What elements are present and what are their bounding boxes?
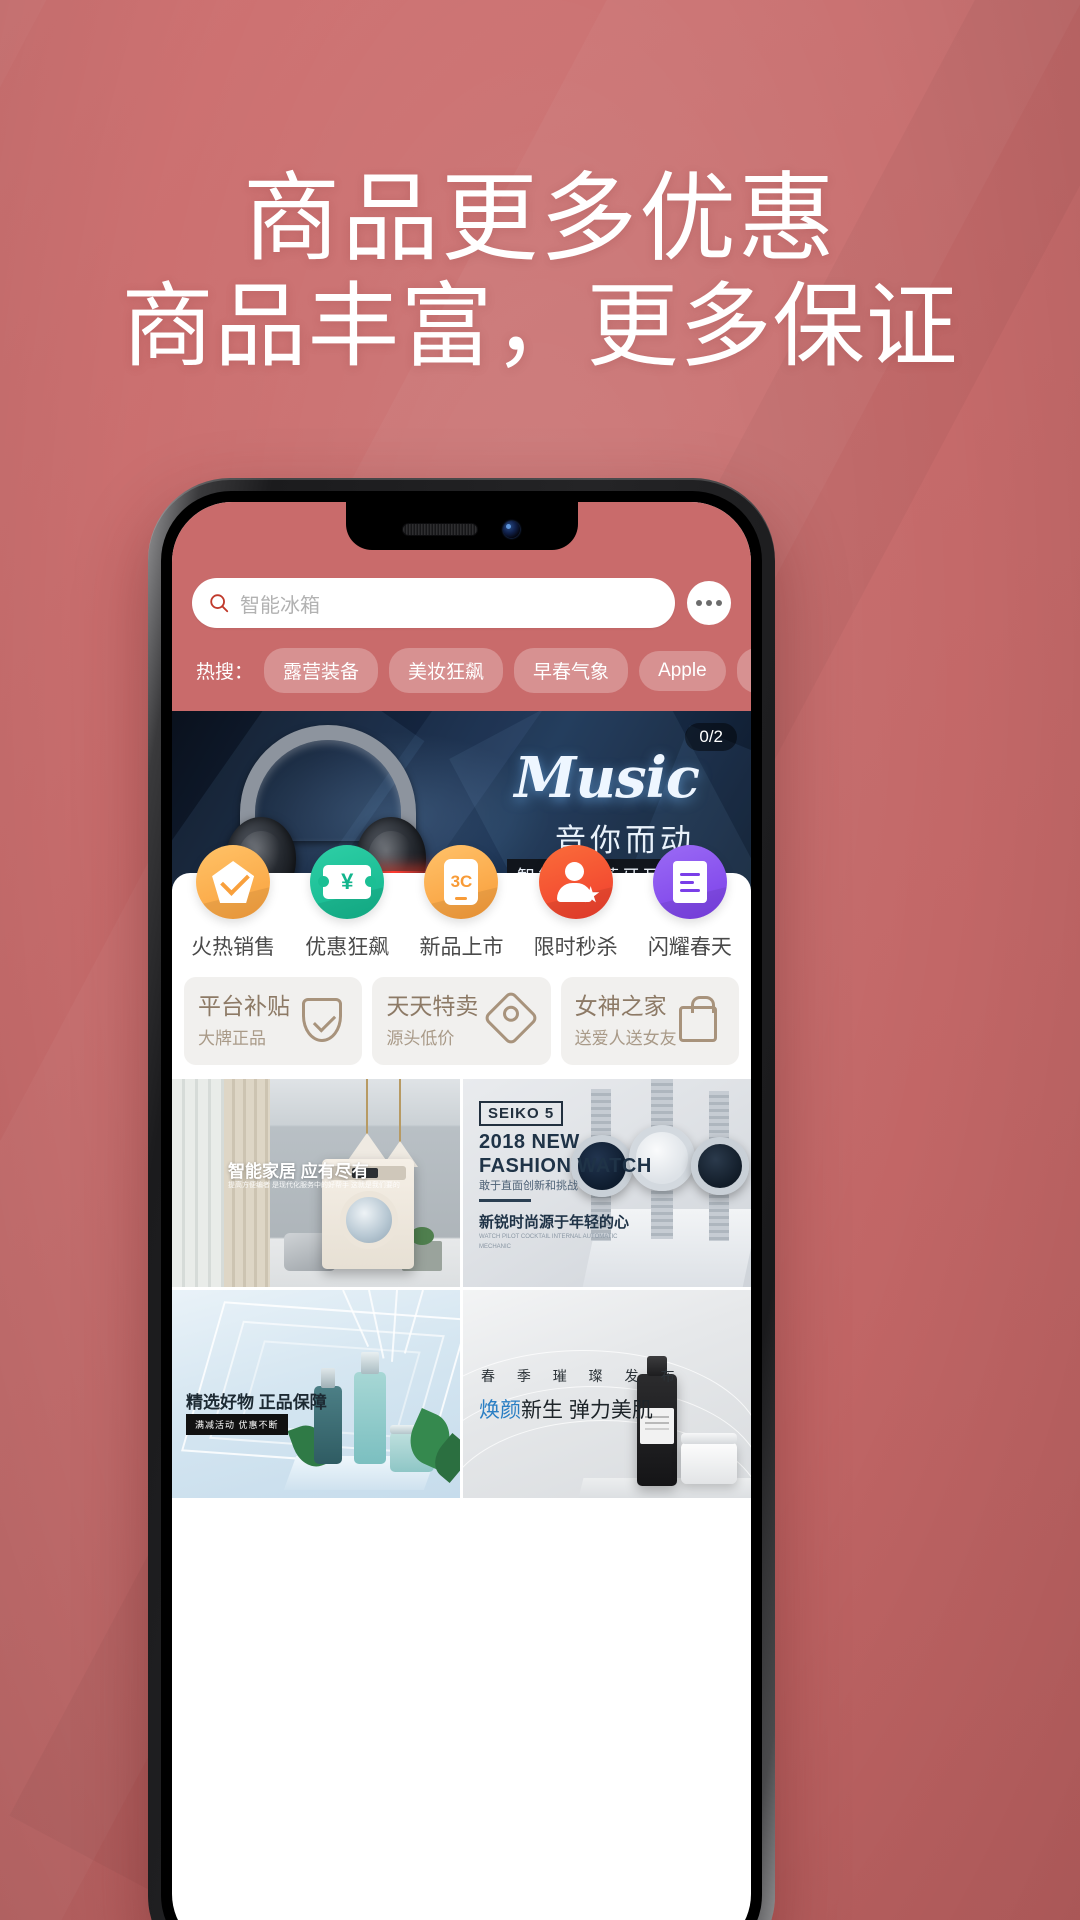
promo-card-row: 平台补贴 大牌正品 天天特卖 源头低价 女神之家 送爱人送女友 [172,977,751,1079]
user-star-icon [554,860,600,904]
search-input[interactable]: 智能冰箱 [192,578,675,628]
more-dots-button[interactable] [687,581,731,625]
tile-tagline-accent: 焕颜 [479,1399,521,1422]
banner-page-counter: 0/2 [685,723,737,751]
tile-body-text: WATCH PILOT COCKTAIL INTERNAL AUTOMATIC … [479,1234,618,1250]
hot-search-label: 热搜： [196,662,254,683]
banner-title: Music [514,745,700,811]
promo-card-text: 天天特卖 源头低价 [386,993,478,1048]
dot-icon [716,600,722,606]
phone-notch [345,502,578,550]
hot-search-tag[interactable]: Apple [639,650,726,691]
category-icon-bubble [196,845,271,919]
tile-body-text: 提高方便编者 是现代化服务中的好帮手 这就是我们要的 [228,1182,400,1189]
search-placeholder: 智能冰箱 [240,594,320,617]
promo-card-subtitle: 大牌正品 [198,1028,266,1048]
product-tile-seiko-watch[interactable]: SEIKO 5 2018 NEW FASHION WATCH 敢于直面创新和挑战… [463,1079,751,1287]
phone-bezel: 智能冰箱 热搜： 露营装备 美妆狂飙 早春气象 Apple 智能 [161,491,762,1920]
category-icon-bubble [652,845,727,919]
promo-card-title: 女神之家 [574,993,667,1020]
category-item-spring[interactable]: 闪耀春天 [635,845,745,961]
hot-search-tag[interactable]: 智能 [736,648,751,693]
price-tag-icon [482,989,539,1047]
promo-card-subsidy[interactable]: 平台补贴 大牌正品 [184,977,363,1065]
promo-card-title: 天天特卖 [386,993,479,1020]
tile-tagline: 焕颜新生 弹力美肌 [479,1394,653,1424]
promo-headline: 商品更多优惠 商品丰富，更多保证 [0,168,1080,379]
promo-card-title: 平台补贴 [198,993,290,1020]
promo-card-text: 平台补贴 大牌正品 [198,993,290,1048]
product-tile-cosmetics[interactable]: 精选好物 正品保障 满减活动 优惠不断 [172,1290,460,1498]
tile-headline: 2018 NEW FASHION WATCH [479,1131,652,1177]
tile-headline: 智能家居 应有尽有 [228,1162,369,1181]
category-item-hot-sales[interactable]: 火热销售 [178,845,288,961]
search-row: 智能冰箱 [172,578,751,628]
phone-mockup: 智能冰箱 热搜： 露营装备 美妆狂飙 早春气象 Apple 智能 [148,478,775,1920]
category-label: 优惠狂飙 [305,936,390,959]
document-icon [672,861,707,903]
cosmetic-bottle-image [354,1352,386,1464]
watch-strap-decor [651,1079,673,1129]
category-item-flash-sale[interactable]: 限时秒杀 [521,845,631,961]
promo-card-daily-deals[interactable]: 天天特卖 源头低价 [372,977,551,1065]
shield-check-icon [302,998,348,1044]
product-tile-smart-home[interactable]: 智能家居 应有尽有 提高方便编者 是现代化服务中的好帮手 这就是我们要的 [172,1079,460,1287]
lotion-bottle-image [637,1356,677,1486]
promo-card-subtitle: 源头低价 [386,1028,455,1048]
watch-strap-decor [709,1191,729,1241]
phone-3c-icon: 3C [444,859,479,905]
category-label: 新品上市 [419,936,504,959]
hot-search-tag[interactable]: 露营装备 [264,648,379,693]
tile-badge: 满减活动 优惠不断 [186,1414,288,1435]
divider [479,1199,531,1202]
diamond-icon [212,861,255,903]
category-item-new-arrivals[interactable]: 3C 新品上市 [406,845,516,961]
category-icon-bubble [538,845,613,919]
promo-card-text: 女神之家 送爱人送女友 [575,993,677,1048]
tile-headline: 春 季 璀 璨 发 布 [481,1368,684,1384]
tile-tagline-rest: 新生 弹力美肌 [521,1399,653,1422]
watch-strap-decor [651,1187,673,1239]
category-shortcuts: 火热销售 ¥ 优惠狂飙 3C 新品上市 限时秒杀 闪耀春天 [172,845,751,977]
coupon-icon: ¥ [318,865,377,899]
search-icon [210,594,229,613]
promo-card-subtitle: 送爱人送女友 [574,1028,677,1048]
category-label: 限时秒杀 [533,936,618,959]
shopping-bag-icon [678,996,725,1044]
watch-face-image [691,1137,749,1195]
product-tile-grid: 智能家居 应有尽有 提高方便编者 是现代化服务中的好帮手 这就是我们要的 SEI… [172,1079,751,1498]
hot-search-row: 热搜： 露营装备 美妆狂飙 早春气象 Apple 智能 [172,628,751,711]
front-camera-icon [503,520,520,538]
headline-line-2: 商品丰富，更多保证 [121,275,959,378]
category-item-discounts[interactable]: ¥ 优惠狂飙 [292,845,402,961]
hot-search-tag[interactable]: 早春气象 [514,648,629,693]
tile-subtitle: 敢于直面创新和挑战 [479,1180,578,1192]
hot-search-tag[interactable]: 美妆狂飙 [389,648,504,693]
promo-card-goddess[interactable]: 女神之家 送爱人送女友 [560,977,739,1065]
category-icon-bubble: 3C [424,845,499,919]
category-icon-bubble: ¥ [310,845,385,919]
product-tile-skincare[interactable]: 春 季 璀 璨 发 布 焕颜新生 弹力美肌 [463,1290,751,1498]
category-label: 闪耀春天 [647,936,732,959]
dot-icon [696,600,702,606]
lamp-cord-decor [366,1079,368,1135]
tile-brand-badge: SEIKO 5 [479,1101,564,1126]
lamp-cord-decor [399,1079,401,1143]
category-label: 火热销售 [191,936,276,959]
headline-line-1: 商品更多优惠 [243,164,837,273]
watch-strap-decor [709,1091,729,1141]
tile-headline: 精选好物 正品保障 [186,1393,327,1412]
dot-icon [706,600,712,606]
cream-jar-image [681,1433,737,1484]
tile-tagline: 新锐时尚源于年轻的心 [479,1214,630,1231]
phone-screen: 智能冰箱 热搜： 露营装备 美妆狂飙 早春气象 Apple 智能 [172,502,751,1920]
earpiece-speaker-icon [403,523,477,535]
